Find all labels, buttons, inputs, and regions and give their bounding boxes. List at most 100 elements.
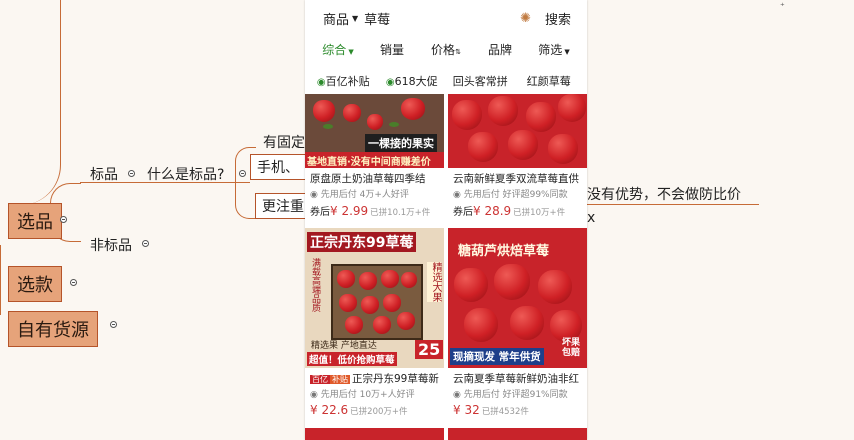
product-image[interactable]: 糖葫芦烘焙草莓 现摘现发 常年供货 坏果包赔 (448, 228, 587, 368)
chevron-down-icon: ▼ (346, 47, 354, 56)
mindmap-node-question[interactable]: 什么是标品? (147, 164, 224, 184)
guarantee-badge: 坏果包赔 (562, 338, 581, 358)
strawberry-shape (494, 264, 530, 300)
strawberry-shape (558, 94, 586, 122)
price-tag-graphic: 25 (415, 340, 444, 359)
strawberry-shape (464, 308, 498, 342)
shield-icon: ◉ (310, 190, 318, 200)
image-banner-text: 一棵接的果实 (365, 134, 437, 152)
image-banner-text: 现摘现发 常年供货 (450, 348, 544, 365)
shopping-app-panel: 商品 ▼ 草莓 ✺ 搜索 综合 ▼ 销量 价格⇅ 品牌 筛选 ▼ ◉百亿补贴 ◉… (305, 0, 587, 440)
collapse-icon[interactable] (239, 170, 246, 177)
strawberry-shape (337, 270, 355, 288)
shield-icon: ◉ (310, 390, 318, 400)
expand-icon[interactable] (60, 216, 67, 223)
strawberry-shape (508, 130, 538, 160)
sort-arrows-icon: ⇅ (455, 47, 461, 56)
strawberry-shape (454, 268, 488, 302)
promo-icon: ◉ (385, 77, 395, 88)
shield-icon: ◉ (453, 390, 461, 400)
subsidy-icon: ◉ (316, 77, 326, 88)
image-banner-text: 糖葫芦烘焙草莓 (458, 244, 550, 259)
tag-red-strawberry[interactable]: 红颜草莓 (515, 73, 584, 89)
product-card[interactable] (305, 428, 444, 440)
product-card[interactable]: 糖葫芦烘焙草莓 现摘现发 常年供货 坏果包赔 云南夏季草莓新鲜奶油非红 ◉ 先用… (448, 228, 587, 440)
product-image[interactable]: 正宗丹东99草莓 满载高端品质 精选大果 精选果 产地直达 超值！低价抢购草莓 (305, 228, 444, 368)
category-dropdown[interactable]: 商品 (323, 9, 349, 28)
strawberry-shape (510, 306, 544, 340)
badge-subsidy: 百亿 (310, 375, 330, 384)
product-meta: ◉ 先用后付 10万+人好评 (310, 390, 415, 400)
strawberry-shape (343, 104, 361, 122)
strawberry-shape (383, 294, 401, 312)
settings-gear-icon[interactable]: ✺ (520, 11, 531, 26)
strawberry-shape (401, 98, 425, 120)
image-banner-text: 基地直销·没有中间商赚差价 (305, 152, 444, 168)
tag-repeat-customer[interactable]: 回头客常拼 (446, 73, 515, 89)
mindmap-node-selection[interactable]: 选品 (8, 203, 62, 239)
side-label: 满载高端品质 (310, 258, 320, 312)
strawberry-shape (452, 100, 482, 130)
product-image[interactable] (448, 94, 587, 168)
strawberry-shape (488, 96, 518, 126)
product-card[interactable] (448, 428, 587, 440)
sort-filter[interactable]: 筛选 ▼ (527, 41, 581, 58)
product-title[interactable]: 云南新鲜夏季双流草莓直供 (453, 171, 585, 186)
product-card[interactable]: 正宗丹东99草莓 满载高端品质 精选大果 精选果 产地直达 超值！低价抢购草莓 (305, 228, 444, 440)
search-keyword[interactable]: 草莓 (364, 9, 390, 28)
product-meta: ◉ 先用后付 好评超99%同款 (453, 190, 568, 200)
strawberry-shape (397, 312, 415, 330)
collapse-icon[interactable] (128, 170, 135, 177)
search-bar: 商品 ▼ 草莓 ✺ 搜索 (305, 0, 587, 36)
product-price: ¥ 22.6 已拼200万+件 (310, 403, 408, 417)
leaf-shape (389, 122, 399, 127)
product-image[interactable] (305, 428, 444, 440)
mindmap-text-right[interactable]: 没有优势，不会做防比价 (587, 184, 741, 204)
expand-icon[interactable] (110, 321, 117, 328)
mindmap-node-standard[interactable]: 标品 (90, 164, 118, 184)
product-price: 券后¥ 2.99 已拼10.1万+件 (310, 204, 431, 218)
tag-subsidy[interactable]: ◉百亿补贴 (309, 73, 378, 89)
product-card[interactable]: 一棵接的果实 基地直销·没有中间商赚差价 原盘原土奶油草莓四季结 ◉ 先用后付 … (305, 94, 444, 228)
product-meta: ◉ 先用后付 好评超91%同款 (453, 390, 568, 400)
product-title[interactable]: 云南夏季草莓新鲜奶油非红 (453, 371, 585, 386)
sort-composite[interactable]: 综合 ▼ (311, 41, 365, 58)
product-price: 券后¥ 28.9 已拼10万+件 (453, 204, 566, 218)
strawberry-shape (367, 114, 383, 130)
mindmap-text-phone[interactable]: 手机、 (250, 154, 306, 180)
product-title[interactable]: 百亿 补贴 正宗丹东99草莓新 (310, 371, 442, 386)
strawberry-shape (538, 270, 572, 304)
cursor-mark-icon: ⁺ (780, 2, 785, 12)
strawberry-shape (401, 272, 417, 288)
strawberry-shape (361, 296, 379, 314)
sort-price[interactable]: 价格⇅ (419, 41, 473, 58)
expand-icon[interactable] (70, 279, 77, 286)
product-card[interactable]: 云南新鲜夏季双流草莓直供 ◉ 先用后付 好评超99%同款 券后¥ 28.9 已拼1… (448, 94, 587, 228)
strawberry-shape (313, 100, 335, 122)
strawberry-shape (381, 270, 399, 288)
product-price: ¥ 32 已拼4532件 (453, 403, 529, 417)
strawberry-shape (359, 272, 377, 290)
tag-618[interactable]: ◉618大促 (378, 73, 447, 89)
strawberry-shape (548, 134, 578, 164)
mindmap-text-more[interactable]: 更注重 (255, 193, 311, 219)
sort-sales[interactable]: 销量 (365, 41, 419, 58)
product-image[interactable] (448, 428, 587, 440)
mindmap-text-fixed[interactable]: 有固定 (263, 132, 305, 152)
tag-bar: ◉百亿补贴 ◉618大促 回头客常拼 红颜草莓 (305, 66, 587, 96)
product-image[interactable]: 一棵接的果实 基地直销·没有中间商赚差价 (305, 94, 444, 168)
expand-icon[interactable] (142, 240, 149, 247)
side-label: 精选大果 (427, 262, 441, 302)
connector-main (0, 0, 61, 205)
mindmap-node-style[interactable]: 选款 (8, 266, 62, 302)
strawberry-shape (526, 102, 556, 132)
search-button[interactable]: 搜索 (545, 9, 571, 28)
connector-right (587, 204, 759, 205)
mindmap-text-right-tail[interactable]: x (587, 210, 595, 226)
product-meta: ◉ 先用后付 4万+人好评 (310, 190, 409, 200)
sort-brand[interactable]: 品牌 (473, 41, 527, 58)
product-title[interactable]: 原盘原土奶油草莓四季结 (310, 171, 442, 186)
chevron-down-icon[interactable]: ▼ (352, 14, 358, 23)
mindmap-node-nonstandard[interactable]: 非标品 (90, 235, 132, 255)
mindmap-node-own-source[interactable]: 自有货源 (8, 311, 98, 347)
